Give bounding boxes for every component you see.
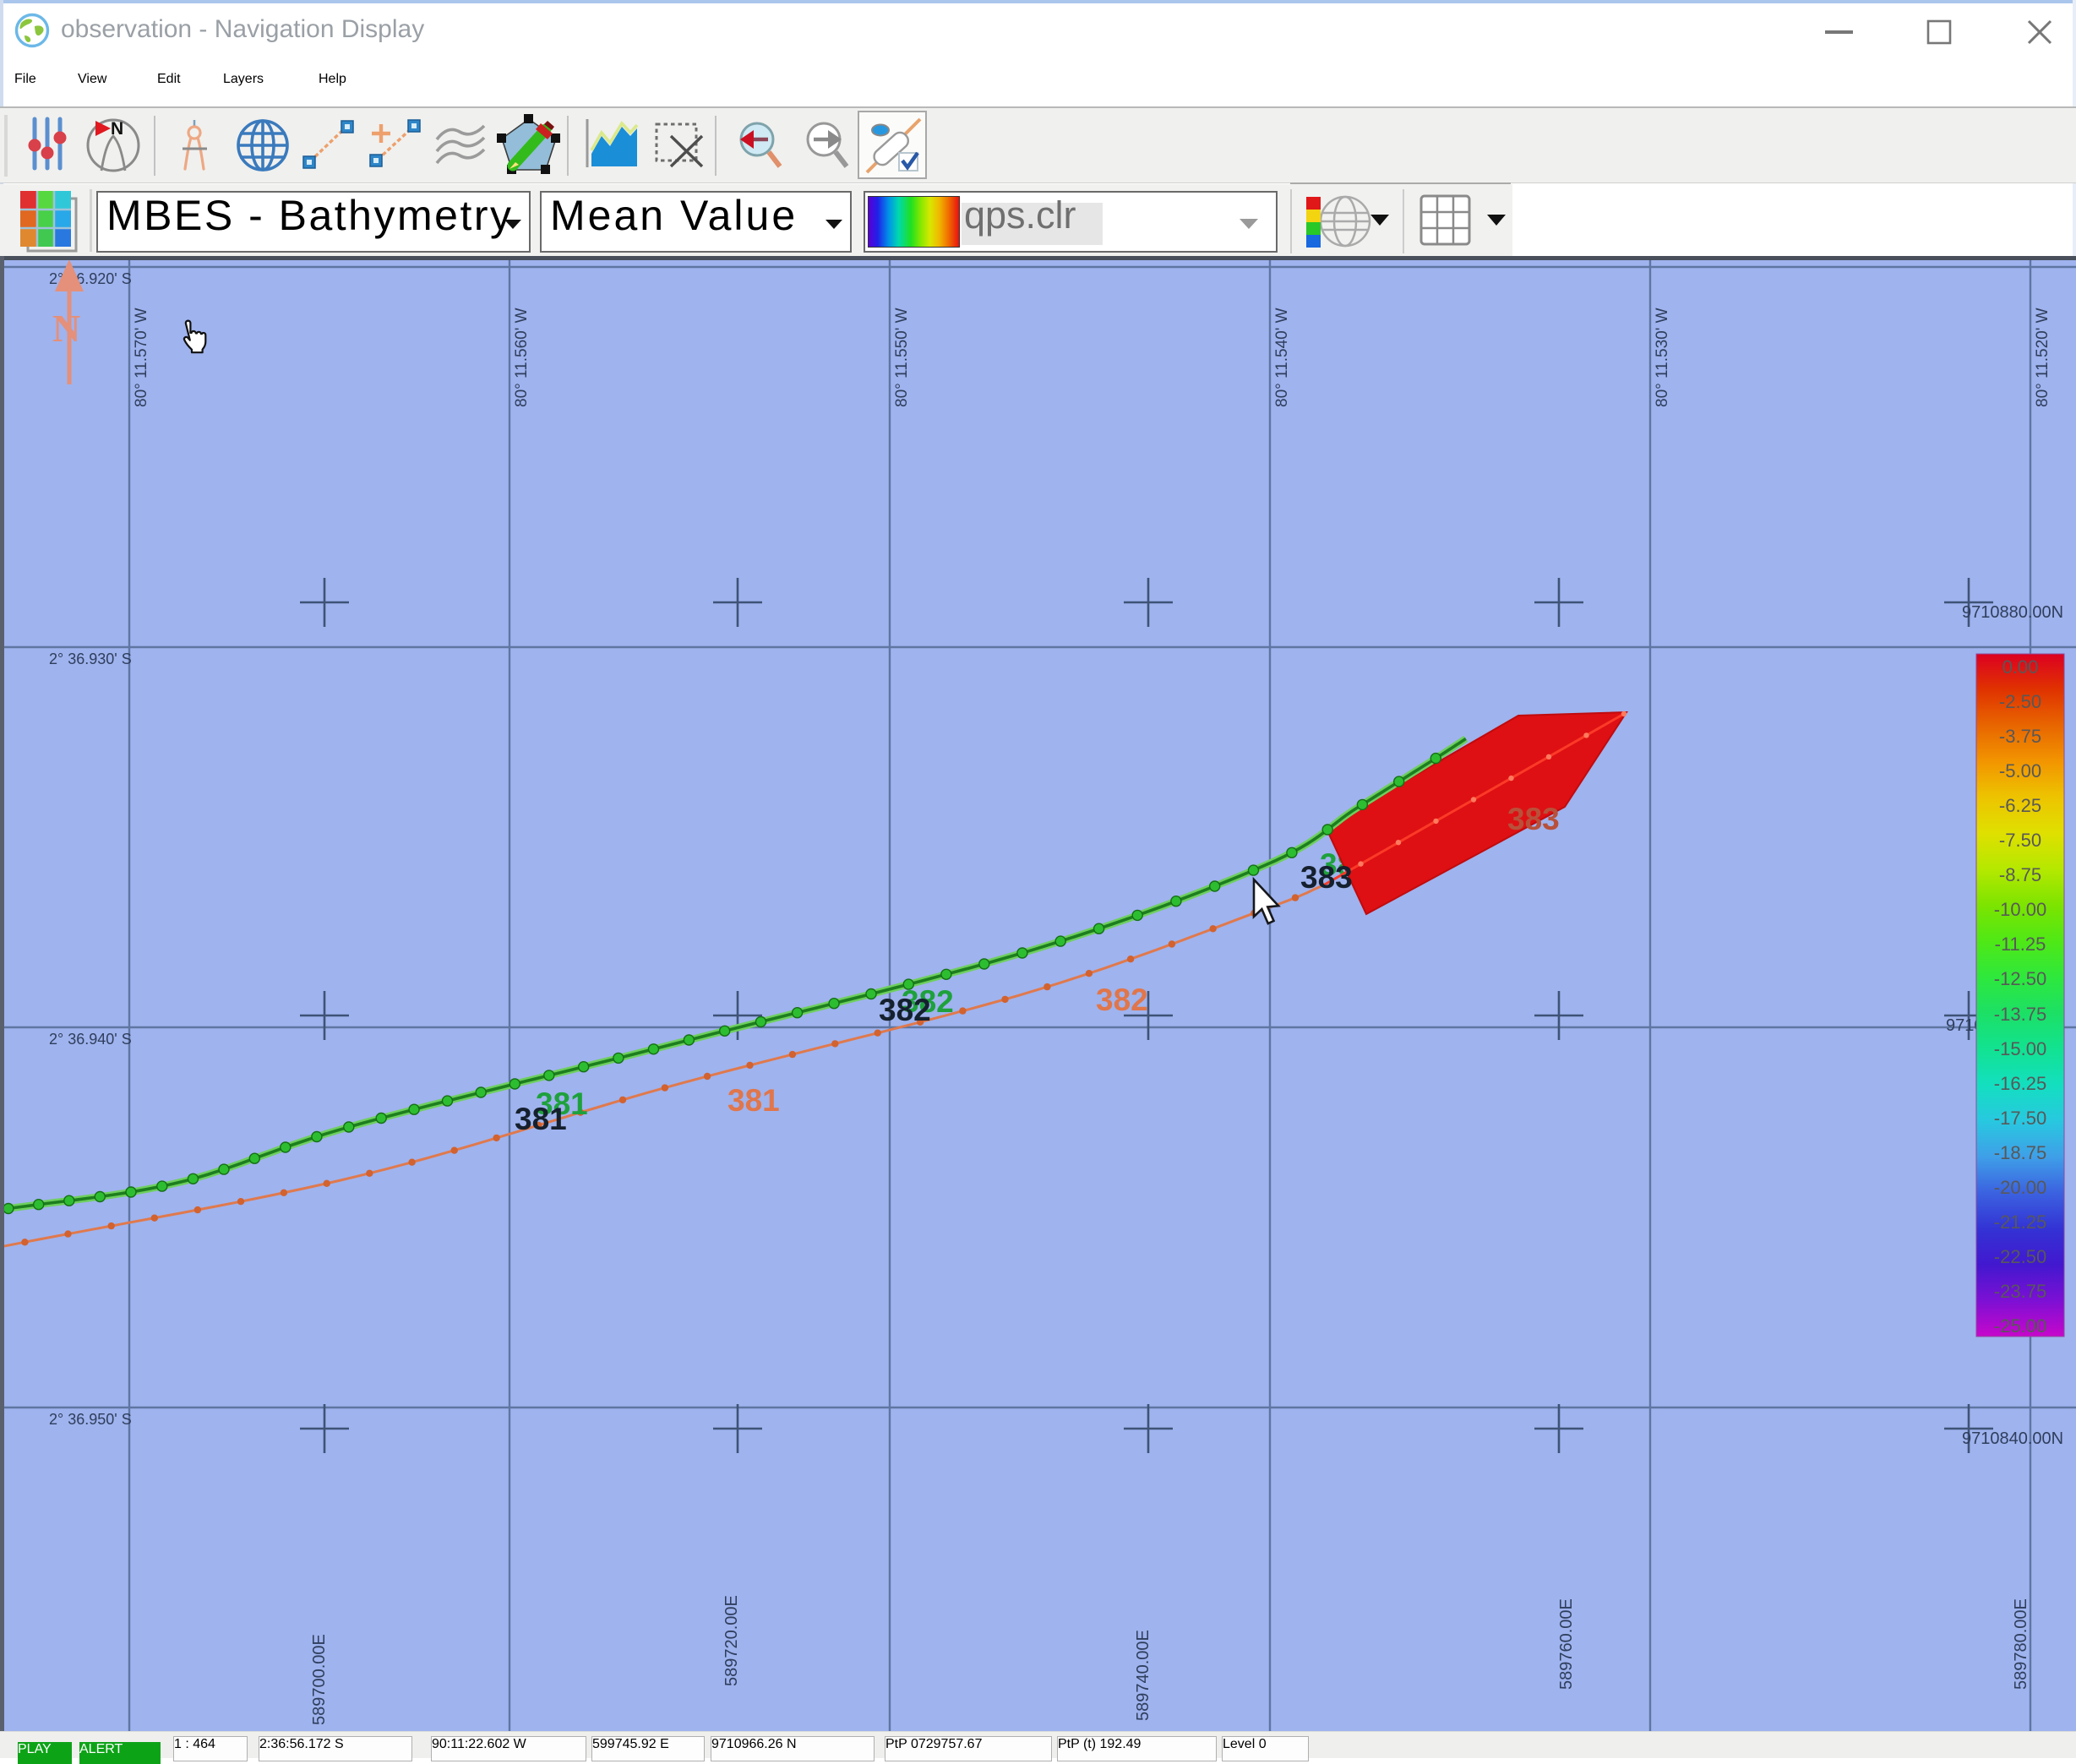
svg-text:-17.50: -17.50 xyxy=(1994,1108,2046,1129)
svg-text:N: N xyxy=(111,119,123,139)
svg-text:-3.75: -3.75 xyxy=(1999,726,2041,747)
svg-text:381: 381 xyxy=(515,1102,567,1136)
svg-text:589760.00E: 589760.00E xyxy=(1557,1598,1576,1690)
svg-text:80° 11.540' W: 80° 11.540' W xyxy=(1273,308,1291,407)
svg-text:80° 11.570' W: 80° 11.570' W xyxy=(133,308,150,407)
svg-text:589700.00E: 589700.00E xyxy=(310,1634,329,1725)
svg-text:589780.00E: 589780.00E xyxy=(2012,1598,2030,1690)
svg-text:-8.75: -8.75 xyxy=(1999,864,2041,885)
svg-text:-7.50: -7.50 xyxy=(1999,830,2041,851)
svg-text:80° 11.550' W: 80° 11.550' W xyxy=(893,308,911,407)
svg-text:2° 36.940' S: 2° 36.940' S xyxy=(49,1031,132,1048)
svg-text:589740.00E: 589740.00E xyxy=(1134,1630,1152,1721)
svg-text:9710880.00N: 9710880.00N xyxy=(1962,603,2063,622)
svg-text:80° 11.520' W: 80° 11.520' W xyxy=(2034,308,2051,407)
svg-text:382: 382 xyxy=(1096,983,1148,1017)
svg-text:-6.25: -6.25 xyxy=(1999,795,2041,816)
svg-text:-2.50: -2.50 xyxy=(1999,691,2041,712)
svg-text:383: 383 xyxy=(1507,802,1560,836)
svg-text:2° 36.930' S: 2° 36.930' S xyxy=(49,651,132,667)
svg-text:N: N xyxy=(52,307,80,350)
svg-text:-11.25: -11.25 xyxy=(1995,934,2046,955)
svg-text:9710840.00N: 9710840.00N xyxy=(1962,1429,2063,1448)
svg-text:80° 11.560' W: 80° 11.560' W xyxy=(513,308,531,407)
svg-text:-13.75: -13.75 xyxy=(1994,1004,2046,1025)
svg-text:-18.75: -18.75 xyxy=(1994,1142,2046,1163)
svg-text:382: 382 xyxy=(879,993,931,1027)
svg-text:-21.25: -21.25 xyxy=(1994,1211,2046,1233)
svg-text:589720.00E: 589720.00E xyxy=(722,1595,741,1686)
svg-text:-20.00: -20.00 xyxy=(1994,1177,2046,1198)
svg-text:80° 11.530' W: 80° 11.530' W xyxy=(1654,308,1671,407)
svg-text:-16.25: -16.25 xyxy=(1994,1073,2046,1094)
svg-text:2° 36.950' S: 2° 36.950' S xyxy=(49,1411,132,1428)
svg-text:-12.50: -12.50 xyxy=(1994,968,2046,989)
svg-text:-25.00: -25.00 xyxy=(1994,1315,2046,1337)
svg-text:-15.00: -15.00 xyxy=(1994,1038,2046,1059)
svg-text:-5.00: -5.00 xyxy=(1999,760,2041,781)
svg-text:383: 383 xyxy=(1300,860,1353,895)
svg-text:-23.75: -23.75 xyxy=(1994,1281,2046,1302)
svg-text:-10.00: -10.00 xyxy=(1994,899,2046,920)
svg-text:0.00: 0.00 xyxy=(2002,656,2039,678)
svg-text:-22.50: -22.50 xyxy=(1994,1246,2046,1267)
svg-text:381: 381 xyxy=(727,1083,780,1118)
